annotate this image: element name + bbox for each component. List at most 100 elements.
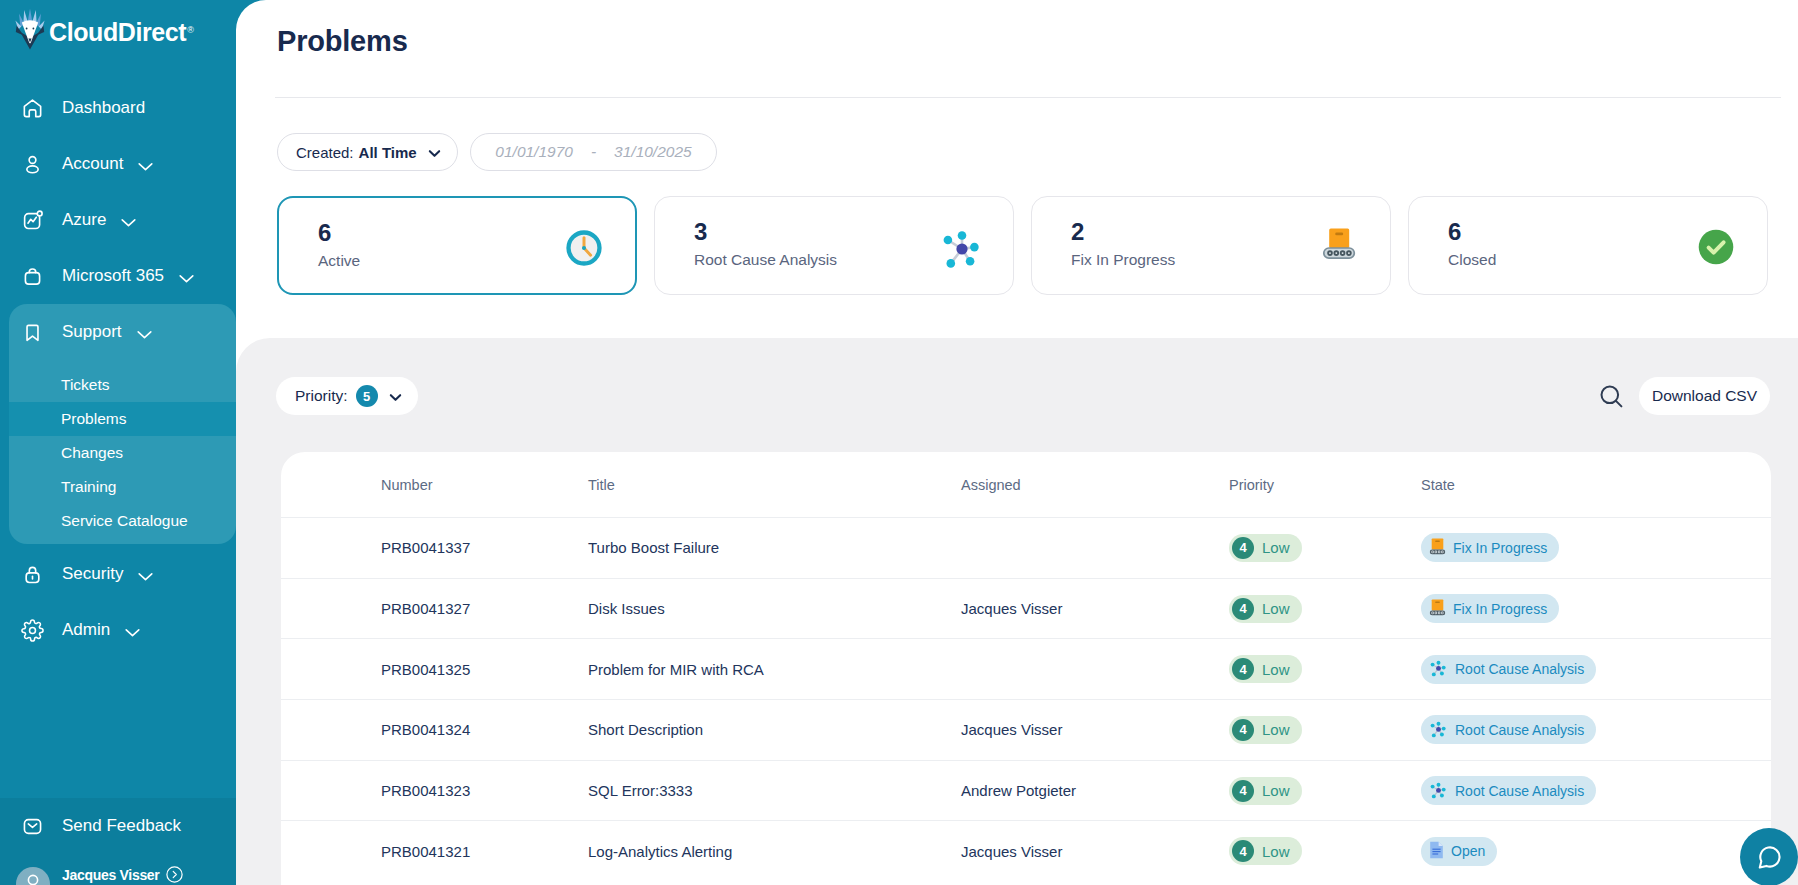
- hedgehog-logo-icon: [15, 8, 45, 50]
- sidebar-item-label: Admin: [62, 620, 110, 640]
- date-to: 31/10/2025: [614, 143, 692, 161]
- sidebar-item-tickets[interactable]: Tickets: [9, 368, 236, 402]
- sidebar-item-training[interactable]: Training: [9, 470, 236, 504]
- state-text: Fix In Progress: [1453, 601, 1547, 617]
- brand-name: CloudDirect®: [49, 18, 194, 47]
- priority-count-badge: 5: [356, 385, 378, 407]
- state-text: Fix In Progress: [1453, 540, 1547, 556]
- conveyor-icon: [1316, 224, 1362, 270]
- priority-number: 4: [1232, 840, 1254, 862]
- cell-title: SQL Error:3333: [588, 761, 693, 821]
- stat-card-root-cause-analysis[interactable]: 3 Root Cause Analysis: [654, 196, 1014, 295]
- stat-label: Root Cause Analysis: [694, 251, 837, 269]
- stat-count: 6: [1448, 218, 1461, 246]
- table-body: PRB0041337 Turbo Boost Failure 4 Low Fix…: [281, 517, 1771, 881]
- cell-state: Fix In Progress: [1421, 579, 1559, 639]
- stat-count: 6: [318, 219, 331, 247]
- priority-number: 4: [1232, 537, 1254, 559]
- priority-text: Low: [1262, 721, 1290, 738]
- sidebar-item-dashboard[interactable]: Dashboard: [0, 86, 236, 130]
- stat-card-closed[interactable]: 6 Closed: [1408, 196, 1768, 295]
- state-icon-slot: [1429, 598, 1453, 620]
- sidebar-item-microsoft365[interactable]: Microsoft 365: [0, 254, 236, 298]
- date-separator: -: [591, 143, 596, 161]
- send-feedback-label: Send Feedback: [62, 816, 181, 836]
- created-filter-dropdown[interactable]: Created: All Time: [277, 133, 458, 171]
- state-icon-slot: [1429, 719, 1455, 741]
- cell-number: PRB0041321: [381, 821, 470, 881]
- priority-badge: 4 Low: [1229, 655, 1302, 683]
- chevron-right-circle-icon[interactable]: [166, 866, 183, 883]
- created-filter-value: All Time: [359, 144, 417, 161]
- cell-state: Root Cause Analysis: [1421, 639, 1596, 699]
- sidebar-item-account[interactable]: Account: [0, 142, 236, 186]
- conveyor-icon: [1429, 598, 1446, 617]
- column-header-number[interactable]: Number: [381, 452, 433, 517]
- search-icon[interactable]: [1598, 383, 1625, 410]
- gear-icon: [21, 619, 44, 642]
- cell-state: Root Cause Analysis: [1421, 700, 1596, 760]
- cell-title: Log-Analytics Alerting: [588, 821, 732, 881]
- chevron-down-icon: [124, 624, 141, 641]
- created-filter-label: Created:: [296, 144, 354, 161]
- chevron-down-icon: [427, 146, 442, 161]
- state-badge: Root Cause Analysis: [1421, 776, 1596, 805]
- network-icon: [1429, 719, 1448, 738]
- main-content: Problems Created: All Time 01/01/1970 - …: [236, 0, 1798, 885]
- priority-text: Low: [1262, 600, 1290, 617]
- network-icon: [939, 224, 985, 270]
- cell-number: PRB0041324: [381, 700, 470, 760]
- cell-priority: 4 Low: [1229, 761, 1302, 821]
- column-header-assigned[interactable]: Assigned: [961, 452, 1021, 517]
- brand-logo[interactable]: CloudDirect®: [15, 6, 194, 50]
- priority-number: 4: [1232, 658, 1254, 680]
- column-header-priority[interactable]: Priority: [1229, 452, 1274, 517]
- table-row[interactable]: PRB0041327 Disk Issues Jacques Visser 4 …: [281, 578, 1771, 639]
- stat-label: Fix In Progress: [1071, 251, 1175, 269]
- chat-button[interactable]: [1740, 828, 1798, 885]
- priority-text: Low: [1262, 661, 1290, 678]
- download-csv-button[interactable]: Download CSV: [1639, 377, 1770, 415]
- cell-assigned: Jacques Visser: [961, 821, 1062, 881]
- state-icon-slot: [1429, 658, 1455, 680]
- lock-icon: [21, 563, 44, 586]
- sidebar-item-security[interactable]: Security: [0, 552, 236, 596]
- sidebar-item-label: Dashboard: [62, 98, 145, 118]
- state-icon-slot: [1429, 537, 1453, 559]
- priority-number: 4: [1232, 780, 1254, 802]
- network-icon: [1429, 780, 1448, 799]
- chart-icon: [21, 209, 44, 232]
- sidebar-item-changes[interactable]: Changes: [9, 436, 236, 470]
- priority-badge: 4 Low: [1229, 595, 1302, 623]
- sidebar-item-support[interactable]: Support: [0, 310, 236, 354]
- table-row[interactable]: PRB0041323 SQL Error:3333 Andrew Potgiet…: [281, 760, 1771, 821]
- column-header-state[interactable]: State: [1421, 452, 1455, 517]
- stat-card-fix-in-progress[interactable]: 2 Fix In Progress: [1031, 196, 1391, 295]
- table-row[interactable]: PRB0041325 Problem for MIR with RCA 4 Lo…: [281, 638, 1771, 699]
- home-icon: [21, 97, 44, 120]
- user-name[interactable]: Jacques Visser: [62, 867, 160, 883]
- send-feedback-button[interactable]: Send Feedback: [0, 804, 236, 848]
- sidebar-item-service-catalogue[interactable]: Service Catalogue: [9, 504, 236, 538]
- cell-title: Short Description: [588, 700, 703, 760]
- table-header: Number Title Assigned Priority State: [281, 452, 1771, 517]
- check-circle-icon: [1693, 224, 1739, 270]
- table-row[interactable]: PRB0041337 Turbo Boost Failure 4 Low Fix…: [281, 517, 1771, 578]
- cell-assigned: Jacques Visser: [961, 700, 1062, 760]
- table-row[interactable]: PRB0041321 Log-Analytics Alerting Jacque…: [281, 820, 1771, 881]
- sidebar-item-azure[interactable]: Azure: [0, 198, 236, 242]
- priority-badge: 4 Low: [1229, 716, 1302, 744]
- priority-filter-dropdown[interactable]: Priority: 5: [276, 377, 418, 415]
- cell-priority: 4 Low: [1229, 639, 1302, 699]
- state-badge: Root Cause Analysis: [1421, 655, 1596, 684]
- cell-title: Turbo Boost Failure: [588, 518, 719, 578]
- date-range-input[interactable]: 01/01/1970 - 31/10/2025: [470, 133, 717, 171]
- chevron-down-icon: [136, 326, 153, 343]
- sidebar-item-problems[interactable]: Problems: [9, 402, 236, 436]
- cell-assigned: Jacques Visser: [961, 579, 1062, 639]
- column-header-title[interactable]: Title: [588, 452, 615, 517]
- stat-card-active[interactable]: 6 Active: [277, 196, 637, 295]
- table-row[interactable]: PRB0041324 Short Description Jacques Vis…: [281, 699, 1771, 760]
- chat-bubble-icon: [1754, 842, 1785, 873]
- sidebar-item-admin[interactable]: Admin: [0, 608, 236, 652]
